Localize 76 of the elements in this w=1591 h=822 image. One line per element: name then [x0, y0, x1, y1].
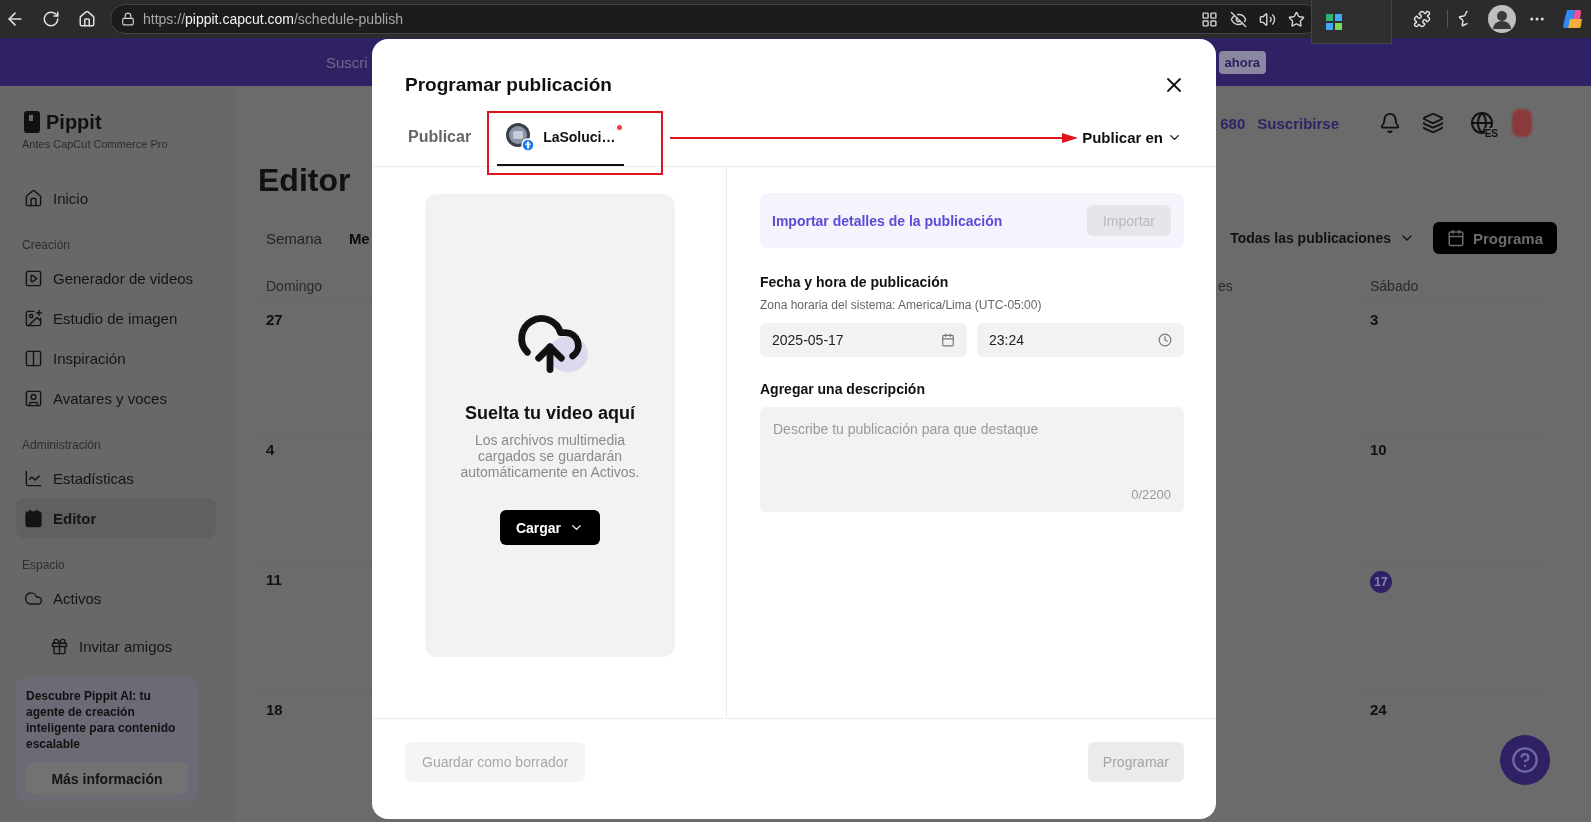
upload-description: Los archivos multimedia cargados se guardarán automáticamente en Activos.	[459, 432, 641, 480]
url-text: https://pippit.capcut.com/schedule-publish	[143, 11, 403, 27]
panels-icon	[24, 348, 43, 368]
clock-icon	[1158, 333, 1172, 347]
help-icon	[1511, 746, 1539, 774]
banner-button[interactable]: ahora	[1218, 50, 1266, 74]
day-number: 24	[1370, 701, 1387, 718]
promo-text: Descubre Pippit AI: tu agente de creación inteligente para contenido escalable	[26, 688, 177, 752]
sidebar-item[interactable]: Generador de videos	[16, 258, 216, 298]
char-counter: 0/2200	[1131, 487, 1171, 502]
brand-subtitle: Antes CapCut Commerce Pro	[21, 138, 169, 152]
sidebar-item[interactable]: Inspiración	[16, 338, 216, 378]
field-label: Agregar una descripción	[760, 380, 926, 399]
upload-button[interactable]: Cargar	[499, 510, 601, 545]
sidebar-item[interactable]: Estudio de imagen	[16, 298, 216, 338]
sidebar-item[interactable]: Editor	[16, 498, 216, 538]
section-label: Administración	[21, 437, 102, 454]
time-field[interactable]: 23:24	[977, 323, 1184, 357]
image-icon	[24, 308, 43, 328]
lock-icon	[121, 12, 135, 26]
user-card-icon	[24, 388, 43, 408]
publish-to-dropdown[interactable]: Publicar en	[1082, 129, 1182, 146]
filter-dropdown[interactable]: Todas las publicaciones	[1230, 230, 1415, 246]
credits-count: 680	[1220, 114, 1246, 132]
view-tab[interactable]: Me	[340, 221, 378, 255]
eye-off-icon[interactable]	[1230, 10, 1247, 28]
upload-dropzone[interactable]: Suelta tu video aquí Los archivos multimedia cargados se guardarán automáticamente en Activos. Cargar	[425, 194, 675, 657]
home-icon	[24, 188, 43, 208]
weekday-header: Sábado	[1369, 277, 1420, 296]
more-info-button[interactable]: Más información	[26, 762, 188, 795]
upload-title: Suelta tu video aquí	[465, 402, 635, 424]
day-number: 11	[266, 571, 282, 588]
tab[interactable]: Publicar	[408, 103, 472, 166]
day-number: 10	[1370, 441, 1387, 458]
field-label: Fecha y hora de publicación	[760, 273, 950, 292]
profile-avatar[interactable]	[1488, 5, 1516, 33]
account-tab[interactable]: LaSoluci…	[497, 103, 624, 166]
day-number: 4	[266, 441, 275, 458]
page-title: Editor	[258, 161, 352, 200]
video-icon	[24, 268, 43, 288]
section-label: Creación	[21, 237, 72, 254]
speaker-icon[interactable]	[1259, 10, 1276, 28]
gift-icon	[50, 636, 69, 656]
account-avatar	[505, 121, 536, 152]
sidebar-item[interactable]: Activos	[16, 578, 216, 618]
day-number: 17	[1370, 571, 1392, 593]
star-icon[interactable]	[1288, 10, 1305, 28]
logo-icon	[24, 111, 40, 133]
banner-text: Suscri	[326, 53, 368, 71]
sidebar-item[interactable]: Avatares y voces	[16, 378, 216, 418]
app-icon[interactable]	[1326, 13, 1342, 30]
invite-link[interactable]: Invitar amigos	[42, 626, 220, 666]
brand-name: Pippit	[46, 110, 102, 134]
subscribe-link[interactable]: Suscribirse	[1257, 114, 1339, 132]
day-number: 3	[1370, 311, 1379, 328]
home-icon	[78, 10, 96, 28]
app-logo-icon[interactable]	[1561, 7, 1585, 31]
view-tab[interactable]: Semana	[258, 221, 330, 255]
calendar-icon	[24, 508, 43, 528]
section-label: Espacio	[21, 557, 66, 574]
calendar-icon	[941, 333, 955, 347]
day-number: 27	[266, 311, 283, 328]
sidebar-item[interactable]: Estadísticas	[16, 458, 216, 498]
schedule-button[interactable]: Programa	[1432, 222, 1557, 254]
weekday-header: Domingo	[265, 277, 324, 296]
timezone-hint: Zona horaria del sistema: America/Lima (UTC-05:00)	[760, 297, 1043, 313]
weekday-header: es	[1217, 277, 1234, 296]
import-text: Importar detalles de la publicación	[772, 212, 1003, 229]
sidebar-item[interactable]: Inicio	[16, 178, 216, 218]
date-field[interactable]: 2025-05-17	[760, 323, 967, 357]
chart-icon	[24, 468, 43, 488]
apps-icon[interactable]	[1201, 10, 1218, 28]
refresh-icon	[42, 10, 60, 28]
dialog-title: Programar publicación	[405, 73, 612, 97]
day-number: 18	[266, 701, 283, 718]
calendar-icon	[1446, 229, 1465, 247]
